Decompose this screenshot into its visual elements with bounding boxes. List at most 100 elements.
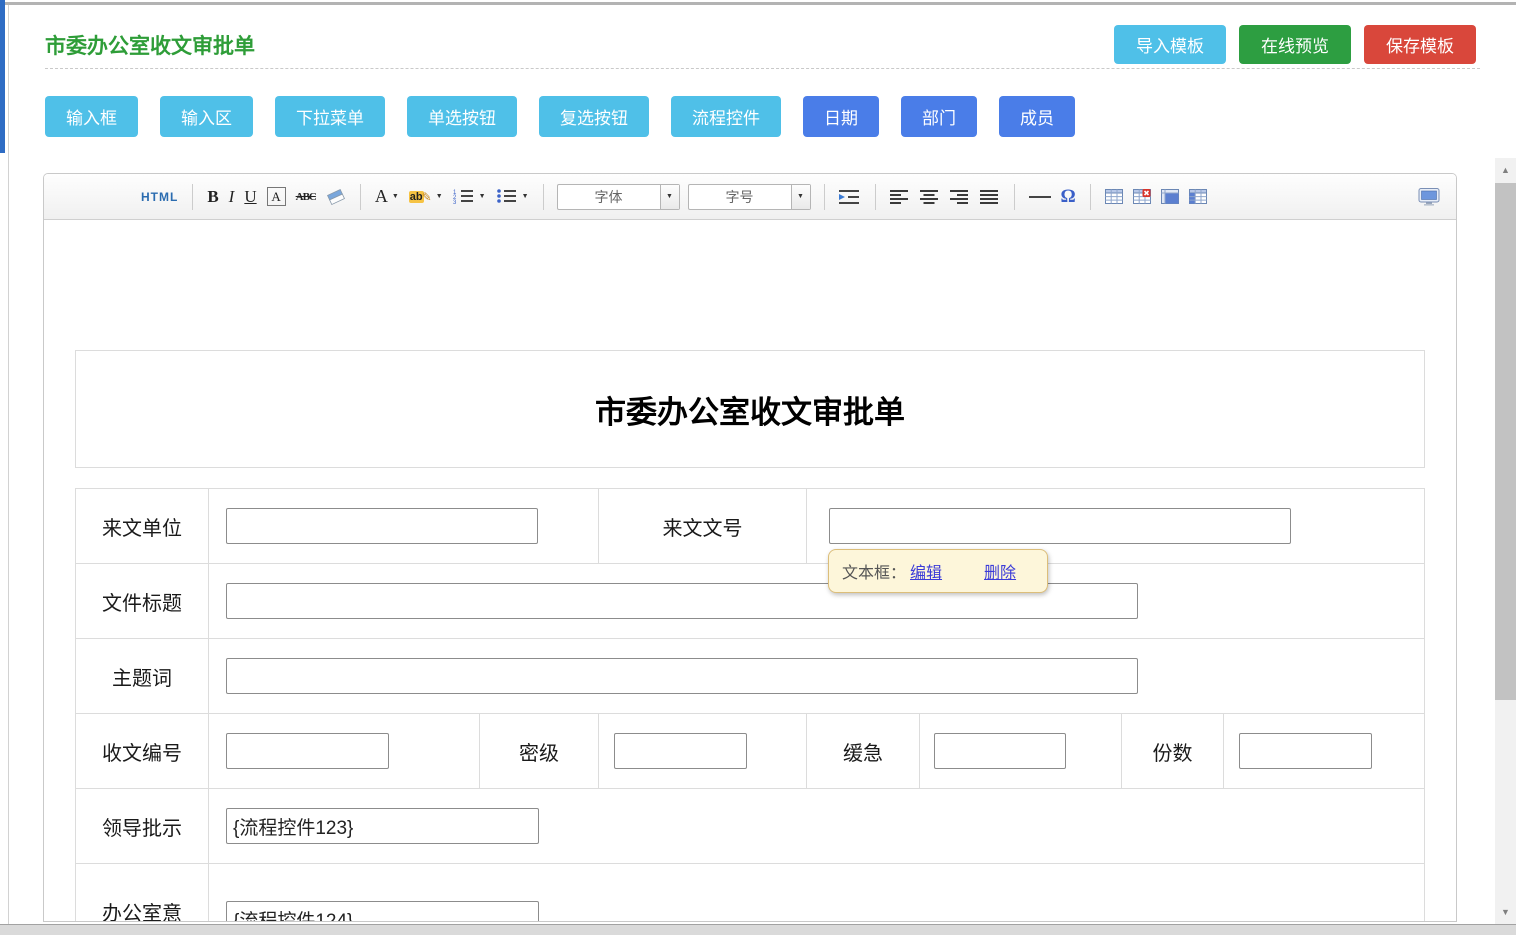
add-textarea-button[interactable]: 输入区 xyxy=(160,96,253,137)
table-properties-button[interactable] xyxy=(1161,189,1179,204)
align-center-button[interactable] xyxy=(920,189,940,205)
form-title: 市委办公室收文审批单 xyxy=(595,387,905,432)
label-incoming-unit: 来文单位 xyxy=(76,489,209,563)
table-row: 领导批示 xyxy=(76,789,1424,864)
urgency-input[interactable] xyxy=(934,733,1066,769)
strikethrough-button[interactable]: ABC xyxy=(296,191,316,203)
online-preview-button[interactable]: 在线预览 xyxy=(1239,25,1351,64)
delete-table-button[interactable] xyxy=(1133,189,1151,204)
special-char-button[interactable]: Ω xyxy=(1061,186,1076,208)
font-family-select[interactable]: 字体 ▼ xyxy=(557,184,680,210)
receipt-number-input[interactable] xyxy=(226,733,389,769)
bold-button[interactable]: B xyxy=(207,187,218,207)
tooltip-delete-link[interactable]: 删除 xyxy=(984,559,1016,583)
cell-receipt-number xyxy=(209,714,480,788)
align-left-button[interactable] xyxy=(890,189,910,205)
form-title-box: 市委办公室收文审批单 xyxy=(75,350,1425,468)
cell-keywords xyxy=(209,639,1424,713)
toolbar-separator xyxy=(1014,184,1015,210)
eraser-icon[interactable] xyxy=(326,189,346,205)
cell-secrecy-level xyxy=(599,714,807,788)
add-checkbox-button[interactable]: 复选按钮 xyxy=(539,96,649,137)
toolbar-separator xyxy=(360,184,361,210)
chevron-down-icon[interactable]: ▼ xyxy=(660,185,679,209)
label-doc-title: 文件标题 xyxy=(76,564,209,638)
table-row: 来文单位 来文文号 xyxy=(76,489,1424,564)
tooltip-edit-link[interactable]: 编辑 xyxy=(910,559,942,583)
form-table: 来文单位 来文文号 文件标题 xyxy=(75,488,1425,922)
tooltip-label: 文本框： xyxy=(842,559,906,583)
format-box-button[interactable]: A xyxy=(267,187,286,206)
bullet-list-button[interactable]: ▼ xyxy=(496,188,529,205)
table-row: 办公室意 xyxy=(76,864,1424,922)
label-urgency: 缓急 xyxy=(807,714,920,788)
cell-copies xyxy=(1224,714,1424,788)
chevron-down-icon[interactable]: ▼ xyxy=(791,185,810,209)
cell-doc-title xyxy=(209,564,1424,638)
chevron-down-icon: ▼ xyxy=(522,193,529,200)
insert-table-button[interactable] xyxy=(1105,189,1123,204)
add-radio-button[interactable]: 单选按钮 xyxy=(407,96,517,137)
import-template-button[interactable]: 导入模板 xyxy=(1114,25,1226,64)
toolbar-separator xyxy=(1090,184,1091,210)
scroll-up-icon[interactable]: ▲ xyxy=(1495,158,1516,182)
window-left-strip xyxy=(0,0,5,153)
vertical-scrollbar[interactable]: ▲ ▼ xyxy=(1495,158,1516,924)
add-flow-control-button[interactable]: 流程控件 xyxy=(671,96,781,137)
save-template-button[interactable]: 保存模板 xyxy=(1364,25,1476,64)
add-date-button[interactable]: 日期 xyxy=(803,96,879,137)
scroll-down-icon[interactable]: ▼ xyxy=(1495,900,1516,924)
font-color-button[interactable]: A▼ xyxy=(375,186,399,207)
incoming-doc-number-input[interactable] xyxy=(829,508,1291,544)
font-size-select[interactable]: 字号 ▼ xyxy=(688,184,811,210)
widget-tooltip: 文本框： 编辑 删除 xyxy=(828,549,1048,593)
window-bottom-bar xyxy=(0,924,1516,935)
align-justify-button[interactable] xyxy=(980,189,1000,205)
pencil-icon: ✎ xyxy=(422,190,432,204)
align-right-button[interactable] xyxy=(950,189,970,205)
toolbar-separator xyxy=(875,184,876,210)
chevron-down-icon: ▼ xyxy=(479,193,486,200)
table-row: 文件标题 xyxy=(76,564,1424,639)
richtext-editor: HTML B I U A ABC A▼ ab✎▼ xyxy=(43,173,1457,922)
label-secrecy-level: 密级 xyxy=(480,714,599,788)
indent-button[interactable] xyxy=(839,189,861,205)
template-actions: 导入模板 在线预览 保存模板 xyxy=(1114,25,1476,64)
editor-toolbar: HTML B I U A ABC A▼ ab✎▼ xyxy=(44,174,1456,220)
add-input-box-button[interactable]: 输入框 xyxy=(45,96,138,137)
secrecy-level-input[interactable] xyxy=(614,733,747,769)
app-window: 市委办公室收文审批单 导入模板 在线预览 保存模板 输入框 输入区 下拉菜单 单… xyxy=(0,0,1516,935)
label-keywords: 主题词 xyxy=(76,639,209,713)
cell-leader-instructions xyxy=(209,789,1424,863)
toolbar-separator xyxy=(824,184,825,210)
copies-input[interactable] xyxy=(1239,733,1372,769)
horizontal-rule-button[interactable] xyxy=(1029,196,1051,198)
highlight-color-button[interactable]: ab✎▼ xyxy=(409,190,443,204)
fullscreen-preview-button[interactable] xyxy=(1418,188,1440,206)
label-incoming-doc-number: 来文文号 xyxy=(599,489,807,563)
window-left-border xyxy=(8,5,9,924)
add-department-button[interactable]: 部门 xyxy=(901,96,977,137)
incoming-unit-input[interactable] xyxy=(226,508,538,544)
header-divider xyxy=(45,68,1480,69)
italic-button[interactable]: I xyxy=(229,187,235,207)
toolbar-separator xyxy=(192,184,193,210)
page-title: 市委办公室收文审批单 xyxy=(45,30,255,60)
office-opinion-input[interactable] xyxy=(226,901,539,922)
editor-canvas[interactable]: 市委办公室收文审批单 来文单位 来文文号 文件标题 xyxy=(44,220,1456,922)
toolbar-separator xyxy=(543,184,544,210)
add-member-button[interactable]: 成员 xyxy=(999,96,1075,137)
add-dropdown-button[interactable]: 下拉菜单 xyxy=(275,96,385,137)
leader-instructions-input[interactable] xyxy=(226,808,539,844)
cell-urgency xyxy=(920,714,1122,788)
cell-properties-button[interactable] xyxy=(1189,189,1207,204)
underline-button[interactable]: U xyxy=(244,187,256,207)
chevron-down-icon: ▼ xyxy=(392,193,399,200)
source-code-button[interactable]: HTML xyxy=(141,190,178,204)
ordered-list-button[interactable]: 1 2 3 ▼ xyxy=(453,188,486,205)
keywords-input[interactable] xyxy=(226,658,1138,694)
scrollbar-thumb[interactable] xyxy=(1495,183,1516,700)
window-top-border xyxy=(0,2,1516,5)
label-leader-instructions: 领导批示 xyxy=(76,789,209,863)
cell-incoming-unit xyxy=(209,489,599,563)
